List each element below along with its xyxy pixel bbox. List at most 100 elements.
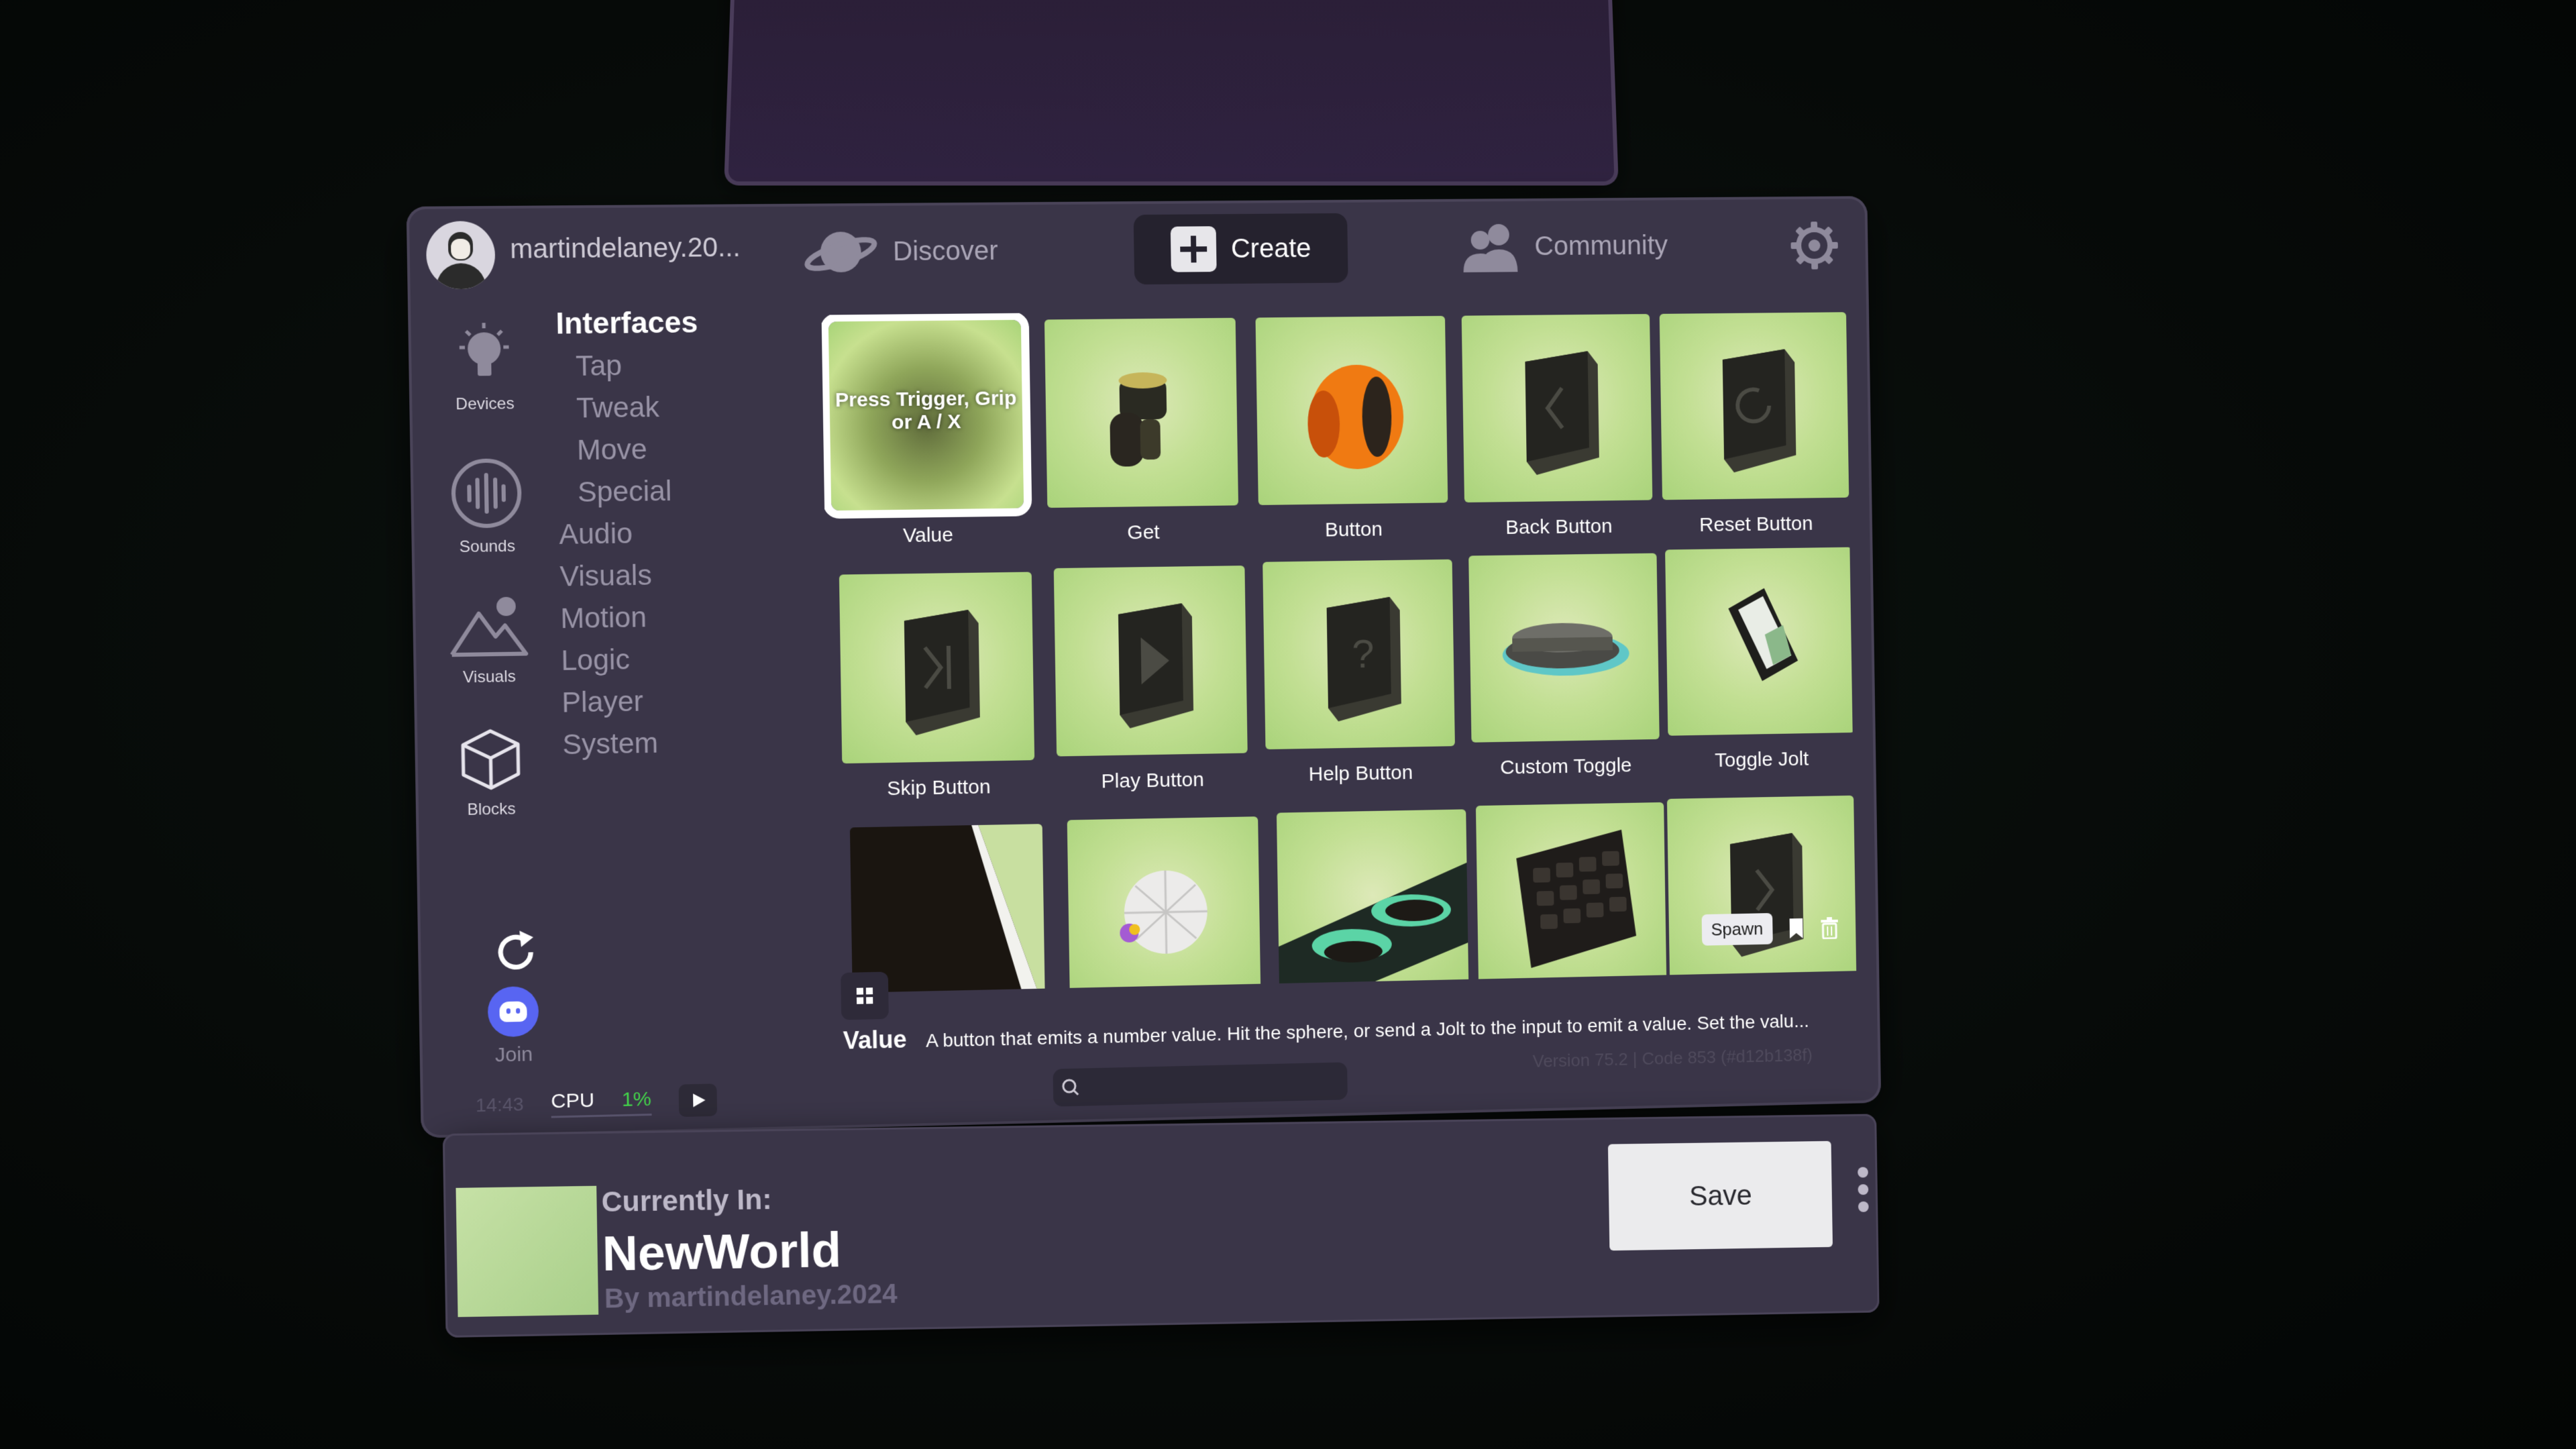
tab-community-label: Community — [1534, 230, 1668, 261]
search-input[interactable] — [1053, 1062, 1347, 1106]
back-button-icon — [1462, 314, 1653, 502]
get-device-icon — [1044, 318, 1238, 508]
upper-floating-panel — [724, 0, 1619, 186]
sidebar-item-visuals[interactable]: Visuals — [433, 592, 545, 688]
user-avatar[interactable] — [426, 221, 496, 289]
category-tweak[interactable]: Tweak — [557, 385, 782, 429]
tile-label: Toggle Jolt — [1668, 747, 1856, 773]
trash-icon[interactable] — [1819, 916, 1839, 938]
category-player[interactable]: Player — [561, 678, 787, 724]
sidebar-label-sounds: Sounds — [460, 537, 516, 556]
current-world-panel: Currently In: NewWorld By martindelaney.… — [443, 1114, 1880, 1338]
grid-view-button[interactable] — [841, 972, 889, 1020]
tab-create-label: Create — [1231, 233, 1311, 264]
gear-icon[interactable] — [1789, 220, 1839, 271]
category-special[interactable]: Special — [558, 469, 784, 514]
top-navigation-bar: martindelaney.20... Discover Create Comm… — [407, 196, 1869, 302]
world-thumbnail — [455, 1186, 598, 1318]
category-logic[interactable]: Logic — [561, 636, 786, 682]
category-list: Interfaces Tap Tweak Move Special Audio … — [555, 305, 788, 765]
category-system[interactable]: System — [562, 720, 788, 765]
tile-label: Play Button — [1057, 768, 1248, 794]
lightbulb-icon — [449, 320, 519, 388]
clock: 14:43 — [476, 1093, 524, 1116]
plus-icon — [1171, 226, 1217, 272]
currently-in-label: Currently In: — [601, 1183, 772, 1218]
next-button-icon — [1667, 796, 1856, 985]
tile-label: Value — [832, 523, 1025, 549]
play-button-icon — [1054, 566, 1248, 756]
tile-row3-1[interactable] — [850, 824, 1045, 993]
description-title: Value — [843, 1025, 907, 1054]
sidebar: Devices Sounds Visuals Blocks — [429, 307, 539, 308]
tile-back-button[interactable]: Back Button — [1462, 314, 1654, 540]
spawn-button[interactable]: Spawn — [1702, 913, 1773, 946]
tab-discover-label: Discover — [893, 235, 998, 266]
tile-play-button[interactable]: Play Button — [1054, 566, 1248, 794]
sidebar-item-blocks[interactable]: Blocks — [435, 724, 547, 820]
search-icon — [1053, 1068, 1091, 1106]
press-hint: Press Trigger, Grip or A / X — [829, 387, 1022, 435]
value-sphere-icon: Press Trigger, Grip or A / X — [828, 320, 1024, 511]
sidebar-item-devices[interactable]: Devices — [429, 319, 540, 414]
tile-button[interactable]: Button — [1255, 316, 1448, 543]
tile-label: Button — [1258, 517, 1448, 543]
tile-skip-button[interactable]: Skip Button — [839, 572, 1035, 802]
svg-text:?: ? — [1352, 631, 1375, 676]
tile-label: Help Button — [1266, 761, 1456, 787]
cube-icon — [455, 725, 525, 794]
save-button[interactable]: Save — [1608, 1141, 1833, 1250]
category-move[interactable]: Move — [557, 427, 783, 471]
tile-label: Get — [1048, 520, 1239, 545]
orange-button-icon — [1255, 316, 1448, 505]
tile-label: Skip Button — [843, 775, 1035, 801]
community-icon — [1460, 220, 1520, 274]
tile-reset-button[interactable]: Reset Button — [1660, 312, 1849, 537]
more-options-icon[interactable] — [1858, 1167, 1869, 1219]
category-audio[interactable]: Audio — [559, 511, 784, 555]
tab-community[interactable]: Community — [1460, 211, 1668, 282]
tile-row3-2[interactable] — [1067, 816, 1261, 993]
cpu-value: 1% — [622, 1087, 652, 1110]
tile-get[interactable]: Get — [1044, 318, 1239, 545]
keypad-icon — [1476, 802, 1666, 992]
cpu-label: CPU — [551, 1089, 594, 1112]
tile-row3-3[interactable] — [1277, 809, 1469, 993]
tile-value[interactable]: Press Trigger, Grip or A / X Value — [828, 320, 1024, 549]
discord-icon — [488, 986, 539, 1038]
bookmark-icon[interactable] — [1786, 916, 1805, 939]
cpu-meter: CPU 1% — [551, 1087, 651, 1118]
username-label[interactable]: martindelaney.20... — [510, 233, 741, 265]
tile-row3-5[interactable] — [1667, 796, 1856, 985]
dark-panel-icon — [850, 824, 1045, 993]
version-label: Version 75.2 | Code 853 (#d12b138f) — [1532, 1044, 1813, 1071]
disco-ball-icon — [1067, 816, 1261, 993]
tile-label: Back Button — [1464, 515, 1653, 539]
tab-discover[interactable]: Discover — [803, 216, 999, 288]
category-interfaces[interactable]: Interfaces — [555, 305, 781, 341]
create-menu-panel: martindelaney.20... Discover Create Comm… — [407, 196, 1882, 1138]
tab-create[interactable]: Create — [1134, 213, 1348, 284]
description-text: A button that emits a number value. Hit … — [926, 1010, 1809, 1051]
help-button-icon: ? — [1263, 559, 1455, 749]
planet-icon — [803, 221, 879, 282]
sidebar-label-visuals: Visuals — [463, 667, 516, 687]
discord-join-button[interactable]: Join — [475, 985, 551, 1067]
tile-help-button[interactable]: ? Help Button — [1263, 559, 1456, 787]
tile-custom-toggle[interactable]: Custom Toggle — [1468, 553, 1660, 780]
sidebar-item-sounds[interactable]: Sounds — [431, 455, 542, 557]
tile-actions: Spawn — [1702, 912, 1839, 946]
category-motion[interactable]: Motion — [560, 594, 786, 640]
tile-label: Reset Button — [1662, 512, 1849, 537]
join-label: Join — [495, 1043, 533, 1067]
category-tap[interactable]: Tap — [556, 343, 782, 387]
play-icon[interactable] — [678, 1083, 717, 1117]
skip-button-icon — [839, 572, 1034, 764]
tile-row3-4[interactable] — [1476, 802, 1666, 992]
tile-toggle-jolt[interactable]: Toggle Jolt — [1665, 547, 1855, 773]
category-visuals[interactable]: Visuals — [559, 552, 785, 597]
sidebar-label-blocks: Blocks — [467, 800, 516, 819]
toggle-jolt-icon — [1665, 547, 1854, 736]
refresh-icon[interactable] — [488, 925, 543, 981]
sound-wave-icon — [448, 455, 525, 531]
